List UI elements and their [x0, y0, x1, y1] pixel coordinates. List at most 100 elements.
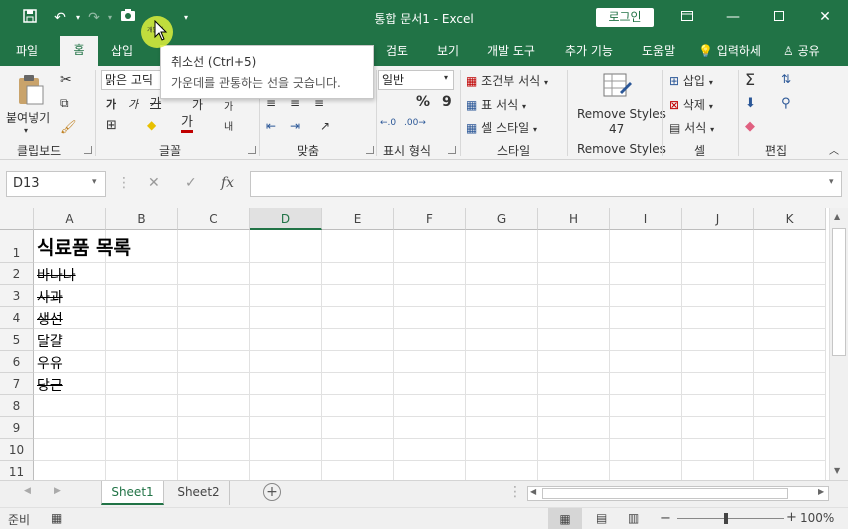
tab-home[interactable]: 홈 [60, 36, 98, 66]
font-color-icon[interactable]: 가 [181, 116, 193, 133]
name-box[interactable]: D13 [6, 171, 106, 197]
insert-function-button[interactable]: fx [221, 175, 234, 191]
row-header-4[interactable]: 4 [0, 307, 34, 329]
number-format-combo[interactable]: 일반 [378, 70, 454, 90]
zoom-in-icon[interactable]: + [786, 510, 797, 525]
wrap-text-button[interactable]: 내 [224, 118, 233, 133]
row-header-1[interactable]: 1 [0, 230, 34, 263]
cell-a7[interactable]: 당근 [37, 375, 63, 395]
tell-me-search[interactable]: 💡 입력하세 [698, 42, 761, 59]
column-header-d[interactable]: D [250, 208, 322, 230]
comma-button[interactable]: 9 [442, 94, 452, 110]
cell-a2[interactable]: 바나나 [37, 265, 76, 285]
tab-insert[interactable]: 삽입 [111, 42, 133, 59]
confirm-entry-icon[interactable]: ✓ [185, 175, 197, 191]
worksheet-grid[interactable]: ABCDEFGHIJK 1 2 3 4 5 6 7 8 9 10 11 식료품 목록 바나나 사과 생선 달… [0, 208, 848, 483]
copy-icon[interactable]: ⧉ [60, 96, 69, 111]
delete-cells-button[interactable]: ⊠ 삭제 ▾ [669, 96, 713, 113]
fill-icon[interactable]: ⬇ [745, 96, 756, 111]
zoom-slider-thumb[interactable] [724, 513, 728, 524]
decrease-decimal-icon[interactable]: .00→ [404, 118, 426, 128]
font-size-decrease-button[interactable]: 가 [224, 98, 233, 113]
minimize-icon[interactable]: — [719, 6, 747, 28]
decrease-indent-icon[interactable]: ⇤ [266, 119, 276, 133]
add-sheet-icon[interactable]: + [263, 483, 281, 501]
column-header-a[interactable]: A [34, 208, 106, 230]
fill-color-icon[interactable]: ◆ [147, 118, 156, 132]
bold-button[interactable]: 가 [106, 96, 116, 112]
row-header-2[interactable]: 2 [0, 263, 34, 285]
normal-view-icon[interactable]: ▦ [548, 508, 582, 529]
number-format-dropdown-icon[interactable]: ▾ [444, 73, 448, 82]
sheet-tab-sheet2[interactable]: Sheet2 [168, 481, 230, 505]
cell-a5[interactable]: 달걀 [37, 331, 63, 351]
column-header-g[interactable]: G [466, 208, 538, 230]
scroll-left-icon[interactable]: ◀ [530, 487, 536, 496]
horizontal-scroll-thumb[interactable] [542, 488, 788, 499]
cut-icon[interactable]: ✂ [60, 72, 72, 88]
column-header-b[interactable]: B [106, 208, 178, 230]
prev-sheet-icon[interactable]: ◀ [24, 486, 31, 496]
column-header-e[interactable]: E [322, 208, 394, 230]
column-header-f[interactable]: F [394, 208, 466, 230]
cell-a6[interactable]: 우유 [37, 353, 63, 373]
horizontal-scrollbar[interactable]: ◀ ▶ [527, 486, 829, 501]
zoom-level[interactable]: 100% [800, 511, 834, 525]
cell-a3[interactable]: 사과 [37, 287, 63, 307]
vertical-scrollbar[interactable]: ▲ ▼ [829, 208, 848, 480]
close-icon[interactable]: ✕ [811, 6, 839, 28]
column-header-i[interactable]: I [610, 208, 682, 230]
scroll-up-icon[interactable]: ▲ [834, 212, 840, 221]
row-header-6[interactable]: 6 [0, 351, 34, 373]
column-header-j[interactable]: J [682, 208, 754, 230]
conditional-format-button[interactable]: ▦ 조건부 서식 ▾ [466, 72, 548, 89]
maximize-icon[interactable] [765, 6, 793, 28]
border-icon[interactable]: ⊞ [106, 118, 117, 133]
cell-a4[interactable]: 생선 [37, 309, 63, 329]
format-as-table-button[interactable]: ▦ 표 서식 ▾ [466, 96, 526, 113]
remove-styles-button[interactable]: Remove Styles [577, 107, 666, 121]
paste-dropdown-icon[interactable]: ▾ [24, 126, 28, 135]
login-button[interactable]: 로그인 [596, 8, 654, 27]
tab-developer[interactable]: 개발 도구 [487, 42, 535, 59]
format-cells-button[interactable]: ▤ 서식 ▾ [669, 119, 714, 136]
increase-decimal-icon[interactable]: ←.0 [380, 118, 396, 128]
align-launcher-icon[interactable] [366, 146, 374, 154]
select-all-corner[interactable] [0, 208, 34, 230]
cell-styles-button[interactable]: ▦ 셀 스타일 ▾ [466, 119, 537, 136]
row-header-9[interactable]: 9 [0, 417, 34, 439]
row-header-3[interactable]: 3 [0, 285, 34, 307]
paste-icon[interactable] [16, 74, 46, 109]
scroll-right-icon[interactable]: ▶ [818, 487, 824, 496]
cell-a1[interactable]: 식료품 목록 [37, 233, 131, 260]
tab-view[interactable]: 보기 [437, 42, 459, 59]
find-select-icon[interactable]: ⚲ [781, 96, 791, 111]
row-header-10[interactable]: 10 [0, 439, 34, 461]
clear-icon[interactable]: ◆ [745, 119, 755, 134]
clipboard-launcher-icon[interactable] [84, 146, 92, 154]
autosum-icon[interactable]: Σ [745, 70, 755, 89]
tab-addins[interactable]: 추가 기능 [565, 42, 613, 59]
number-launcher-icon[interactable] [448, 146, 456, 154]
collapse-ribbon-icon[interactable]: ︿ [829, 142, 839, 157]
insert-cells-button[interactable]: ⊞ 삽입 ▾ [669, 72, 713, 89]
percent-button[interactable]: % [416, 94, 430, 110]
sheet-tab-sheet1[interactable]: Sheet1 [101, 481, 164, 505]
macro-record-icon[interactable]: ▦ [51, 511, 62, 525]
page-break-preview-icon[interactable]: ▥ [628, 511, 639, 525]
increase-indent-icon[interactable]: ⇥ [290, 119, 300, 133]
cancel-entry-icon[interactable]: ✕ [148, 175, 160, 191]
orientation-icon[interactable]: ↗ [320, 119, 330, 133]
ribbon-display-icon[interactable] [673, 6, 701, 28]
tab-file[interactable]: 파일 [16, 42, 38, 59]
format-painter-icon[interactable]: 🖌 [60, 120, 77, 135]
row-header-5[interactable]: 5 [0, 329, 34, 351]
column-header-h[interactable]: H [538, 208, 610, 230]
row-header-7[interactable]: 7 [0, 373, 34, 395]
name-box-dropdown-icon[interactable]: ▾ [92, 177, 97, 187]
font-name-combo[interactable]: 맑은 고딕 [101, 70, 161, 90]
next-sheet-icon[interactable]: ▶ [54, 486, 61, 496]
row-header-8[interactable]: 8 [0, 395, 34, 417]
column-header-k[interactable]: K [754, 208, 826, 230]
zoom-slider[interactable] [677, 518, 784, 519]
